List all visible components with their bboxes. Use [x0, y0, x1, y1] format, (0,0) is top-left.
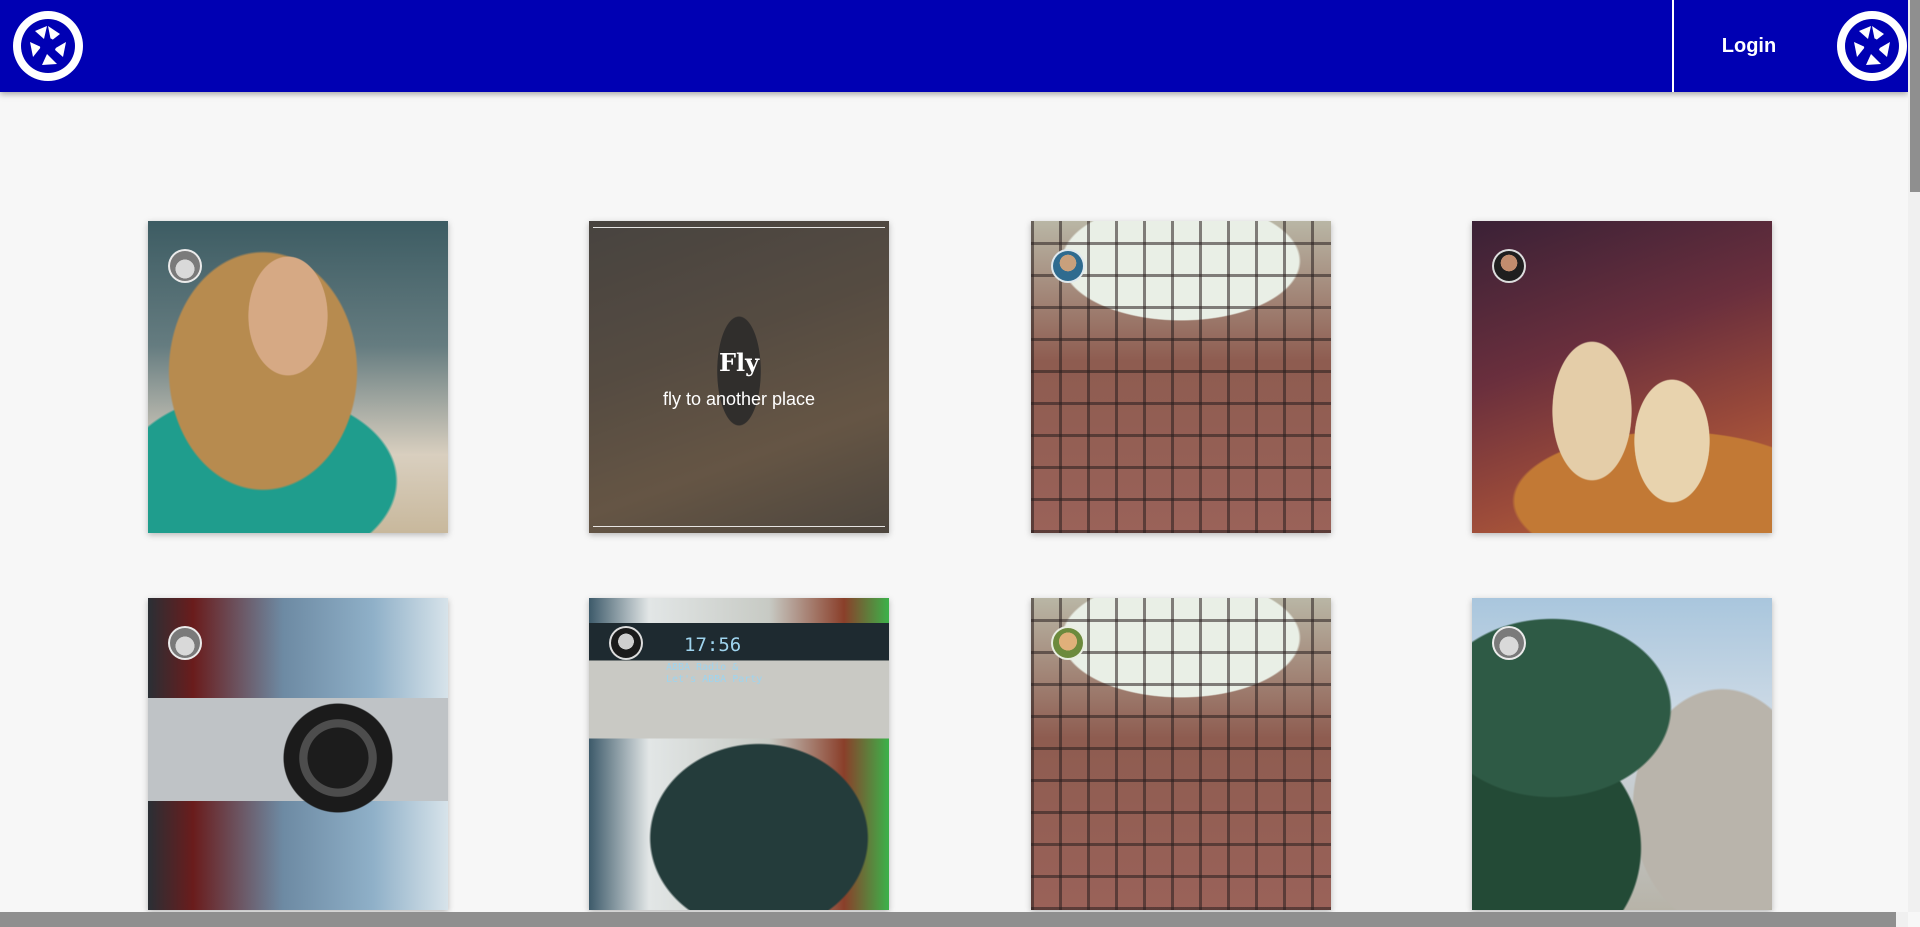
photo-card[interactable] [148, 598, 448, 910]
radio-display-line: ABBA Radio & [666, 662, 739, 673]
user-avatar[interactable] [1492, 249, 1526, 283]
overlay-top-line [593, 227, 885, 228]
user-avatar[interactable] [168, 249, 202, 283]
camera-aperture-icon[interactable] [1835, 9, 1909, 83]
user-avatar[interactable] [1051, 249, 1085, 283]
radio-display-line: Let's ABBA Party [666, 674, 763, 685]
user-avatar[interactable] [609, 626, 643, 660]
vertical-scrollbar[interactable] [1908, 0, 1920, 912]
photo-card[interactable]: 17:56 ABBA Radio & Let's ABBA Party [589, 598, 889, 910]
user-avatar[interactable] [168, 626, 202, 660]
photo-hover-overlay: Fly fly to another place [589, 221, 889, 533]
horizontal-scrollbar-thumb[interactable] [0, 912, 1896, 927]
overlay-title: Fly [718, 348, 760, 377]
photo-card[interactable] [148, 221, 448, 533]
camera-aperture-icon[interactable] [11, 9, 85, 83]
horizontal-scrollbar[interactable] [0, 912, 1908, 927]
photo-card[interactable]: Fly fly to another place [589, 221, 889, 533]
photo-card[interactable] [1472, 598, 1772, 910]
photo-card[interactable] [1472, 221, 1772, 533]
vertical-scrollbar-thumb[interactable] [1910, 0, 1920, 192]
photo-card[interactable] [1031, 221, 1331, 533]
overlay-subtitle: fly to another place [662, 389, 816, 409]
top-header: Login [0, 0, 1908, 92]
user-avatar[interactable] [1492, 626, 1526, 660]
radio-display-time: 17:56 [684, 634, 742, 656]
overlay-bottom-line [593, 526, 885, 527]
login-button[interactable]: Login [1674, 0, 1824, 92]
user-avatar[interactable] [1051, 626, 1085, 660]
photo-card[interactable] [1031, 598, 1331, 910]
